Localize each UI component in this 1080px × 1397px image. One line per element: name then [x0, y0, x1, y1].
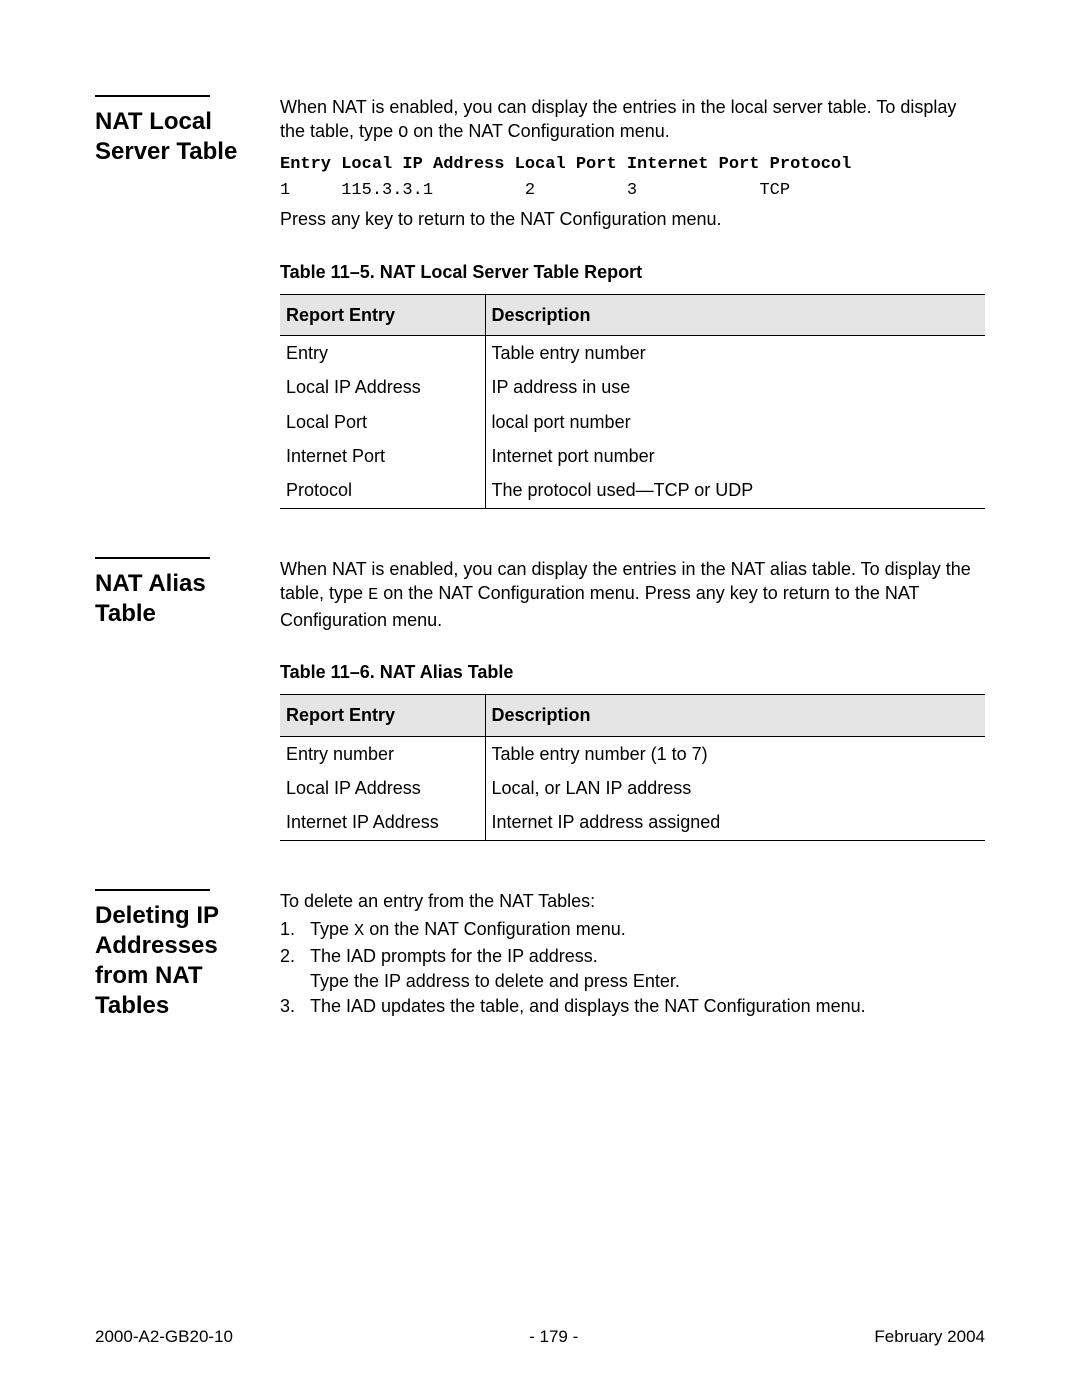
section-body: To delete an entry from the NAT Tables: …: [280, 889, 985, 1020]
table-row: Entry numberTable entry number (1 to 7): [280, 736, 985, 771]
cell-entry: Entry: [280, 336, 485, 371]
cell-desc: Internet IP address assigned: [485, 805, 985, 840]
post-mono-text: Press any key to return to the NAT Confi…: [280, 207, 985, 231]
heading-wrap: Deleting IP Addresses from NAT Tables: [95, 889, 250, 1021]
section-heading: NAT Alias Table: [95, 569, 250, 629]
th-report-entry: Report Entry: [280, 294, 485, 335]
intro-key: E: [368, 586, 378, 605]
cell-desc: The protocol used—TCP or UDP: [485, 473, 985, 508]
cell-entry: Entry number: [280, 736, 485, 771]
th-description: Description: [485, 695, 985, 736]
table-caption: Table 11–5. NAT Local Server Table Repor…: [280, 260, 985, 284]
th-report-entry: Report Entry: [280, 695, 485, 736]
table-header-row: Report Entry Description: [280, 294, 985, 335]
section-body: When NAT is enabled, you can display the…: [280, 95, 985, 509]
table-row: EntryTable entry number: [280, 336, 985, 371]
nat-local-table: Report Entry Description EntryTable entr…: [280, 294, 985, 509]
table-row: Internet IP AddressInternet IP address a…: [280, 805, 985, 840]
cell-desc: Internet port number: [485, 439, 985, 473]
table-header-row: Report Entry Description: [280, 695, 985, 736]
cell-desc: Table entry number (1 to 7): [485, 736, 985, 771]
section-heading: Deleting IP Addresses from NAT Tables: [95, 901, 250, 1021]
heading-rule: [95, 557, 210, 559]
step-text: on the NAT Configuration menu.: [364, 919, 625, 939]
table-row: Local IP AddressLocal, or LAN IP address: [280, 771, 985, 805]
heading-rule: [95, 889, 210, 891]
terminal-header: Entry Local IP Address Local Port Intern…: [280, 155, 851, 174]
heading-wrap: NAT Alias Table: [95, 557, 250, 629]
cell-desc: Local, or LAN IP address: [485, 771, 985, 805]
table-row: ProtocolThe protocol used—TCP or UDP: [280, 473, 985, 508]
cell-desc: Table entry number: [485, 336, 985, 371]
list-item: Type X on the NAT Configuration menu.: [280, 917, 985, 944]
table-caption: Table 11–6. NAT Alias Table: [280, 660, 985, 684]
terminal-output: Entry Local IP Address Local Port Intern…: [280, 152, 985, 203]
intro-key: O: [398, 124, 408, 143]
cell-entry: Protocol: [280, 473, 485, 508]
intro-paragraph: When NAT is enabled, you can display the…: [280, 557, 985, 633]
cell-entry: Internet IP Address: [280, 805, 485, 840]
table-row: Local Portlocal port number: [280, 405, 985, 439]
intro-tail: on the NAT Configuration menu.: [408, 121, 669, 141]
cell-entry: Internet Port: [280, 439, 485, 473]
footer-center: - 179 -: [529, 1327, 578, 1347]
list-item: The IAD updates the table, and displays …: [280, 994, 985, 1019]
section-deleting: Deleting IP Addresses from NAT Tables To…: [95, 889, 985, 1021]
page-footer: 2000-A2-GB20-10 - 179 - February 2004: [95, 1327, 985, 1347]
cell-entry: Local Port: [280, 405, 485, 439]
cell-entry: Local IP Address: [280, 370, 485, 404]
list-item: The IAD prompts for the IP address. Type…: [280, 944, 985, 994]
heading-wrap: NAT Local Server Table: [95, 95, 250, 167]
cell-desc: local port number: [485, 405, 985, 439]
page-content: NAT Local Server Table When NAT is enabl…: [95, 95, 985, 1021]
intro-paragraph: When NAT is enabled, you can display the…: [280, 95, 985, 146]
section-nat-local: NAT Local Server Table When NAT is enabl…: [95, 95, 985, 509]
step-text: Type: [310, 919, 354, 939]
terminal-row: 1 115.3.3.1 2 3 TCP: [280, 181, 790, 200]
step-text: The IAD prompts for the IP address.: [310, 946, 598, 966]
footer-left: 2000-A2-GB20-10: [95, 1327, 233, 1347]
step-text: The IAD updates the table, and displays …: [310, 996, 866, 1016]
footer-right: February 2004: [874, 1327, 985, 1347]
th-description: Description: [485, 294, 985, 335]
nat-alias-table: Report Entry Description Entry numberTab…: [280, 694, 985, 840]
heading-rule: [95, 95, 210, 97]
step-key: X: [354, 922, 364, 941]
step-text: Type the IP address to delete and press …: [310, 971, 680, 991]
section-heading: NAT Local Server Table: [95, 107, 250, 167]
steps-list: Type X on the NAT Configuration menu. Th…: [280, 917, 985, 1019]
table-row: Internet PortInternet port number: [280, 439, 985, 473]
section-nat-alias: NAT Alias Table When NAT is enabled, you…: [95, 557, 985, 841]
cell-desc: IP address in use: [485, 370, 985, 404]
section-body: When NAT is enabled, you can display the…: [280, 557, 985, 841]
cell-entry: Local IP Address: [280, 771, 485, 805]
intro-text: To delete an entry from the NAT Tables:: [280, 889, 985, 913]
table-row: Local IP AddressIP address in use: [280, 370, 985, 404]
